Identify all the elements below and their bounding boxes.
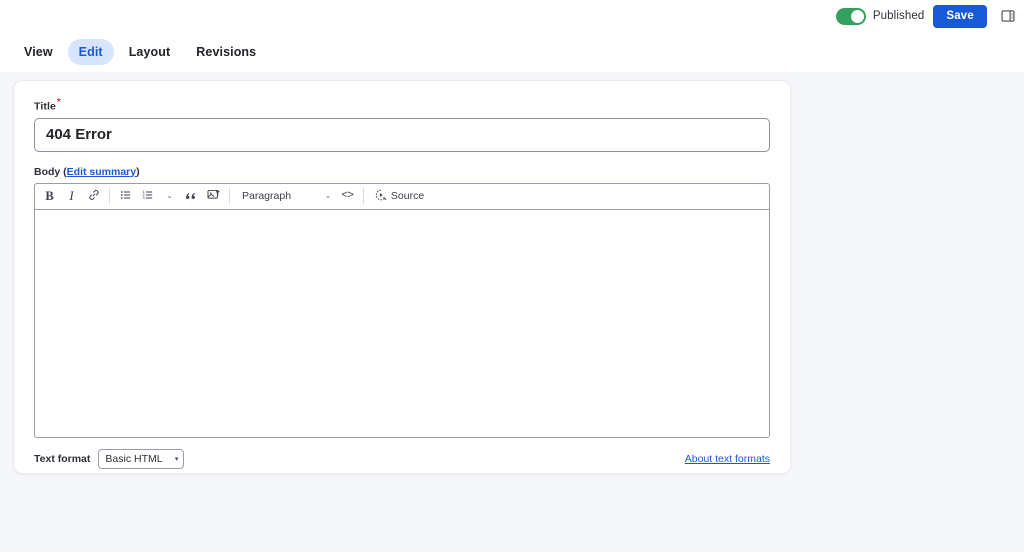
published-toggle[interactable] — [835, 7, 866, 25]
editor-toolbar: B I 1 2 3 ⌄ Paragraph ⌄ <> Source — [34, 182, 770, 209]
tab-layout[interactable]: Layout — [118, 39, 182, 65]
tab-view[interactable]: View — [13, 39, 64, 65]
text-format-label: Text format — [34, 452, 91, 465]
toolbar-separator — [229, 188, 230, 204]
about-text-formats-link[interactable]: About text formats — [685, 453, 770, 465]
bold-button[interactable]: B — [39, 186, 60, 206]
link-icon — [88, 189, 100, 204]
list-options-dropdown-button[interactable]: ⌄ — [159, 186, 180, 206]
link-button[interactable] — [83, 186, 104, 206]
toolbar-separator — [109, 188, 110, 204]
paragraph-style-label: Paragraph — [242, 190, 292, 202]
text-format-select-wrapper: Basic HTML ▾ — [98, 448, 185, 469]
body-label-text: Body ( — [34, 165, 67, 178]
source-editing-label: Source — [390, 190, 425, 202]
body-rich-text-area[interactable] — [34, 208, 770, 438]
title-label-text: Title — [34, 100, 56, 113]
source-editing-icon — [375, 189, 387, 204]
paragraph-style-dropdown[interactable]: Paragraph ⌄ — [235, 186, 336, 206]
text-format-select[interactable]: Basic HTML — [98, 448, 185, 469]
source-editing-button[interactable]: Source — [369, 186, 430, 206]
numbered-list-icon: 1 2 3 — [142, 189, 154, 204]
insert-image-button[interactable] — [203, 186, 224, 206]
toggle-knob — [850, 9, 864, 23]
body-label-suffix: ) — [136, 165, 140, 178]
text-format-group: Text format Basic HTML ▾ — [34, 448, 185, 469]
published-status-label: Published — [872, 10, 925, 22]
bulleted-list-button[interactable] — [115, 186, 136, 206]
sidebar-panel-icon[interactable] — [998, 6, 1018, 26]
block-quote-button[interactable] — [181, 186, 202, 206]
topbar-actions: Published Save — [835, 4, 1018, 28]
tab-edit[interactable]: Edit — [67, 39, 114, 65]
save-button[interactable]: Save — [933, 4, 987, 28]
node-edit-form-card: Title* Body (Edit summary) B I — [13, 80, 791, 474]
numbered-list-button[interactable]: 1 2 3 — [137, 186, 158, 206]
image-upload-icon — [207, 188, 220, 204]
code-block-button[interactable]: <> — [337, 186, 358, 206]
text-format-footer: Text format Basic HTML ▾ About text form… — [34, 448, 770, 469]
title-field-label: Title* — [34, 97, 770, 113]
italic-button[interactable]: I — [61, 186, 82, 206]
publish-status-group: Published — [835, 7, 925, 25]
title-input[interactable] — [34, 117, 770, 152]
bulleted-list-icon — [120, 189, 132, 204]
ckeditor-body: B I 1 2 3 ⌄ Paragraph ⌄ <> Source — [34, 182, 770, 438]
primary-tabs: View Edit Layout Revisions — [0, 32, 1024, 72]
toolbar-separator — [362, 188, 364, 204]
body-field-label: Body (Edit summary) — [34, 166, 770, 178]
edit-summary-link[interactable]: Edit summary — [67, 166, 136, 178]
chevron-down-icon: ⌄ — [325, 193, 331, 200]
title-required-marker: * — [56, 97, 61, 108]
tab-revisions[interactable]: Revisions — [185, 39, 267, 65]
block-quote-icon — [185, 189, 198, 204]
svg-text:3: 3 — [142, 196, 144, 200]
top-action-bar: Published Save — [0, 0, 1024, 32]
